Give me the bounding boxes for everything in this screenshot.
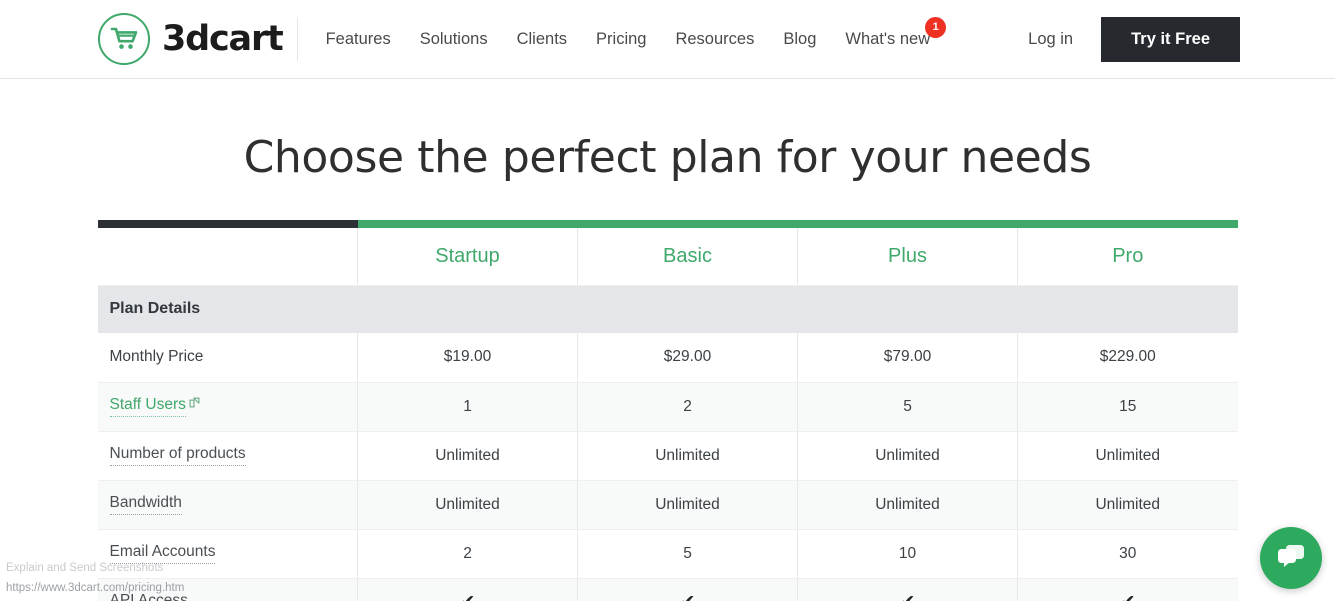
cell-api-basic: ✔ [577,578,798,601]
plan-header-row: Startup Basic Plus Pro [97,220,1238,286]
cell-monthly-price-plus: $79.00 [797,333,1018,383]
feature-column-header [97,220,358,286]
page-title: Choose the perfect plan for your needs [243,132,1092,183]
nav-item-solutions[interactable]: Solutions [420,30,488,49]
row-label-text[interactable]: Staff Users [109,396,186,418]
nav-item-resources[interactable]: Resources [675,30,754,49]
section-title-plan-details: Plan Details [97,285,1238,333]
pricing-table-head: Startup Basic Plus Pro [97,220,1238,286]
cell-staff-users-basic: 2 [577,382,798,432]
cell-monthly-price-startup: $19.00 [357,333,578,383]
cell-bandwidth-pro: Unlimited [1017,480,1238,530]
cell-bandwidth-plus: Unlimited [797,480,1018,530]
cell-products-basic: Unlimited [577,431,798,481]
cell-products-plus: Unlimited [797,431,1018,481]
cell-bandwidth-basic: Unlimited [577,480,798,530]
main-navigation: Features Solutions Clients Pricing Resou… [326,16,947,49]
external-link-icon[interactable] [189,395,200,413]
plan-header-basic[interactable]: Basic [577,220,798,286]
table-row: Monthly Price $19.00 $29.00 $79.00 $229.… [97,333,1238,383]
login-link[interactable]: Log in [1028,30,1073,49]
nav-item-features[interactable]: Features [326,30,391,49]
browser-status-url: https://www.3dcart.com/pricing.htm [6,582,185,594]
row-label-text[interactable]: Email Accounts [109,543,216,564]
table-row: Bandwidth Unlimited Unlimited Unlimited … [97,480,1238,530]
nav-item-pricing[interactable]: Pricing [596,30,646,49]
cell-email-pro: 30 [1017,529,1238,579]
cell-api-pro: ✔ [1017,578,1238,601]
cell-products-pro: Unlimited [1017,431,1238,481]
plan-header-startup[interactable]: Startup [357,220,578,286]
row-label-bandwidth[interactable]: Bandwidth [97,480,358,530]
chat-bubbles-icon [1275,542,1307,575]
nav-item-blog[interactable]: Blog [783,30,816,49]
nav-item-whats-new-label: What's new [845,29,931,48]
pricing-table-wrapper: Startup Basic Plus Pro Plan Details Mont… [97,220,1238,601]
extension-overlay-label: Explain and Send Screenshots [6,562,164,574]
cell-monthly-price-basic: $29.00 [577,333,798,383]
cell-api-startup: ✔ [357,578,578,601]
shopping-cart-icon [98,13,150,65]
notification-badge: 1 [925,16,947,38]
cell-bandwidth-startup: Unlimited [357,480,578,530]
nav-item-whats-new[interactable]: What's new 1 [845,16,947,49]
row-label-staff-users[interactable]: Staff Users [97,382,358,432]
cell-staff-users-pro: 15 [1017,382,1238,432]
row-label-text: Monthly Price [109,348,204,366]
brand-name: 3dcart [162,18,284,59]
row-label-text[interactable]: Number of products [109,445,246,466]
section-header-row: Plan Details [97,285,1238,333]
plan-header-plus[interactable]: Plus [797,220,1018,286]
cell-email-basic: 5 [577,529,798,579]
nav-item-clients[interactable]: Clients [517,30,567,49]
cell-email-startup: 2 [357,529,578,579]
table-row: API Access ✔ ✔ ✔ ✔ [97,578,1238,601]
site-header: 3dcart Features Solutions Clients Pricin… [0,0,1335,79]
pricing-table: Startup Basic Plus Pro Plan Details Mont… [97,220,1238,601]
pricing-table-body: Plan Details Monthly Price $19.00 $29.00… [97,285,1238,601]
row-label-number-of-products[interactable]: Number of products [97,431,358,481]
row-label-text[interactable]: Bandwidth [109,494,182,515]
cell-staff-users-startup: 1 [357,382,578,432]
table-row: Number of products Unlimited Unlimited U… [97,431,1238,481]
row-label-monthly-price: Monthly Price [97,333,358,383]
cell-products-startup: Unlimited [357,431,578,481]
cell-staff-users-plus: 5 [797,382,1018,432]
page-root: 3dcart Features Solutions Clients Pricin… [0,0,1335,601]
header-divider [296,17,298,61]
table-row: Email Accounts 2 5 10 30 [97,529,1238,579]
plan-header-pro[interactable]: Pro [1017,220,1238,286]
cell-monthly-price-pro: $229.00 [1017,333,1238,383]
brand-logo[interactable]: 3dcart [98,13,284,65]
cell-api-plus: ✔ [797,578,1018,601]
header-actions: Log in Try it Free [1028,16,1240,62]
cell-email-plus: 10 [797,529,1018,579]
chat-widget-button[interactable] [1260,527,1322,589]
table-row: Staff Users 1 2 5 15 [97,382,1238,432]
try-it-free-button[interactable]: Try it Free [1101,16,1240,62]
